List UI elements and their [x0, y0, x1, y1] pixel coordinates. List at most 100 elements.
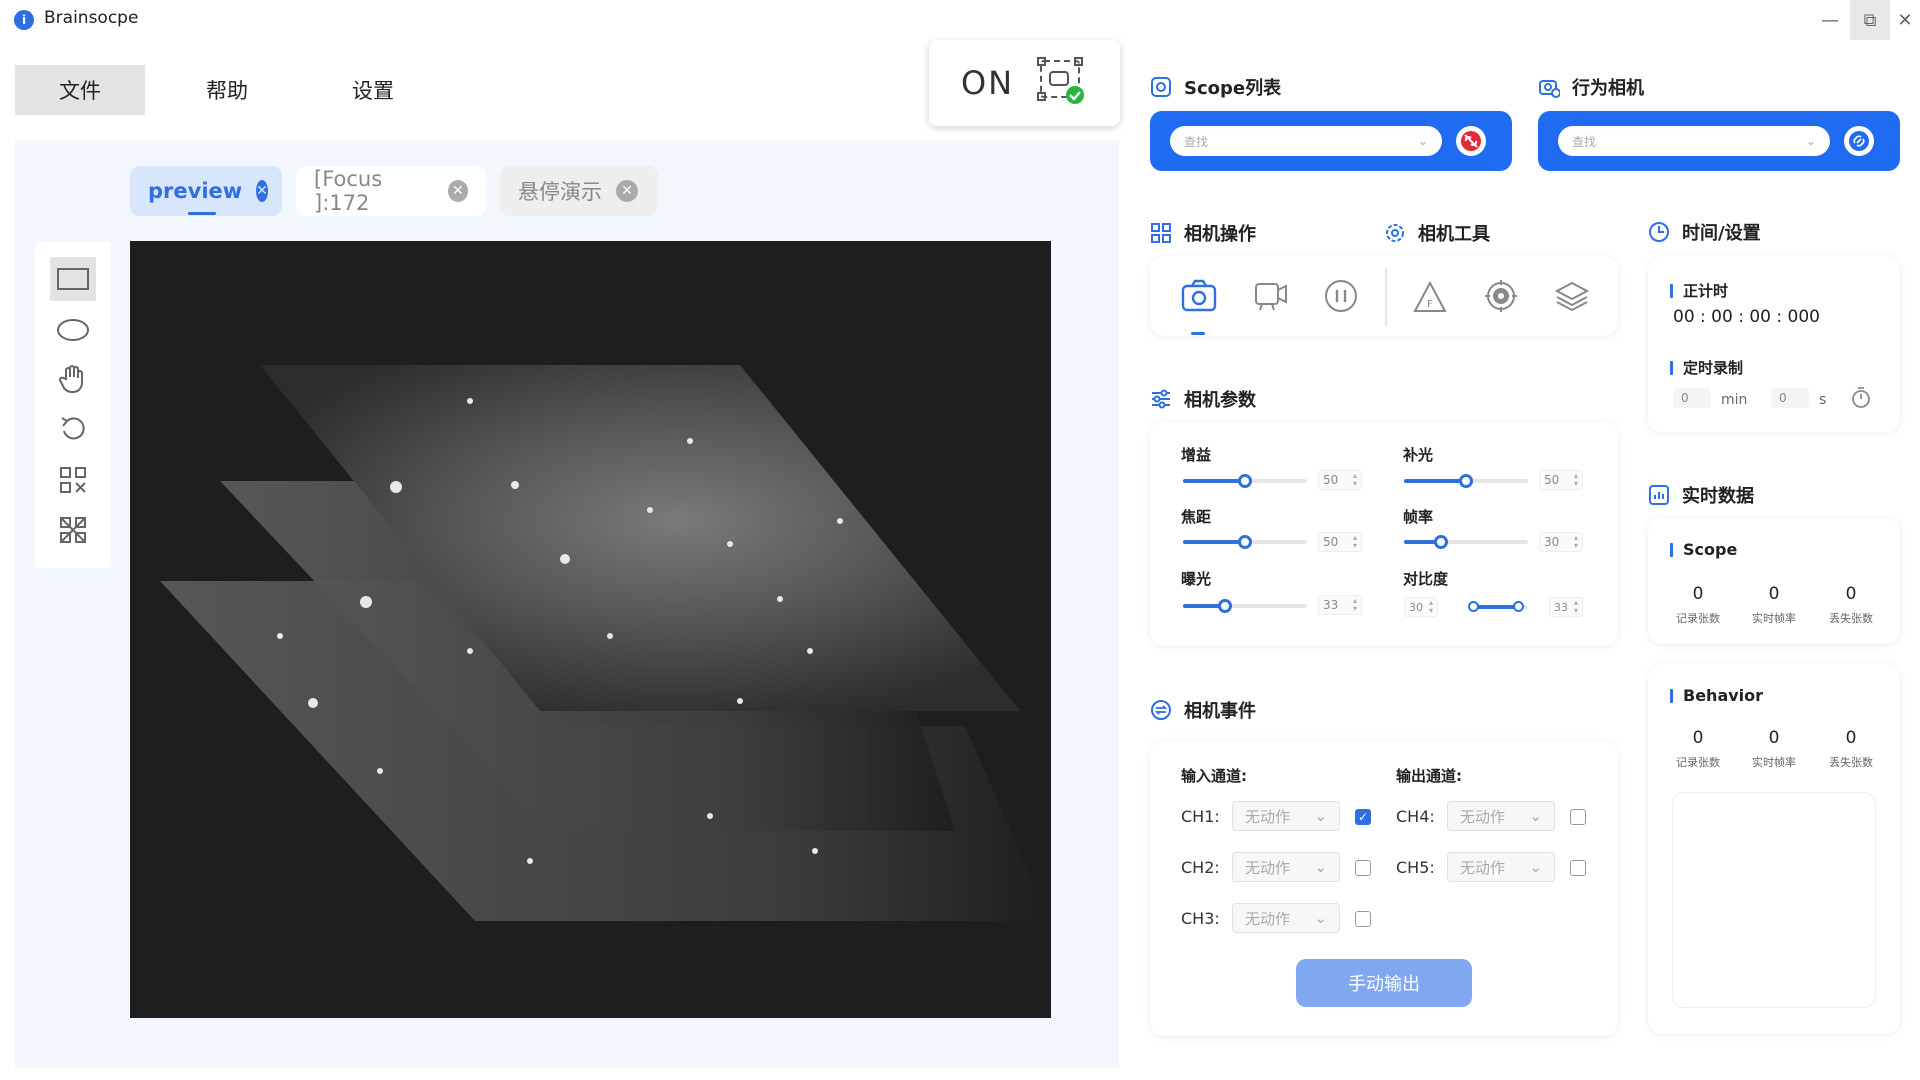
ch5-label: CH5: — [1396, 858, 1435, 877]
contrast-max-spinbox[interactable]: 33 ▴ ▾ — [1549, 597, 1583, 617]
ch5-action-select[interactable]: 无动作 ⌄ — [1447, 852, 1555, 882]
clock-icon — [1649, 222, 1669, 242]
ch3-action-select[interactable]: 无动作 ⌄ — [1232, 903, 1340, 933]
focus-fill — [1183, 540, 1245, 544]
tab-preview[interactable]: preview ✕ — [130, 166, 282, 216]
chevron-down-icon: ⌄ — [1314, 858, 1327, 876]
behavior-preview-area — [1672, 792, 1876, 1008]
gain-value: 50 — [1323, 473, 1339, 487]
scope-recorded-count: 0 — [1692, 584, 1704, 604]
ch4-action-select[interactable]: 无动作 ⌄ — [1447, 801, 1555, 831]
behavior-lost-label: 丢失张数 — [1829, 756, 1873, 769]
contrast-min-knob[interactable] — [1468, 601, 1479, 612]
gear-icon — [1386, 224, 1404, 242]
rectangle-tool-icon[interactable] — [50, 257, 96, 301]
menu-settings[interactable]: 设置 — [308, 65, 438, 115]
minimize-button[interactable]: — — [1810, 0, 1850, 40]
fill-light-spinbox[interactable]: 50 ▴ ▾ — [1539, 470, 1583, 490]
tab-hover-demo[interactable]: 悬停演示 ✕ — [500, 166, 658, 216]
close-icon[interactable]: ✕ — [447, 180, 468, 202]
target-icon[interactable] — [1484, 279, 1518, 317]
timer-label: 正计时 — [1670, 280, 1728, 301]
scope-fps-value: 0 — [1768, 584, 1780, 604]
behavior-camera-bar: 查找 ⌄ — [1538, 111, 1900, 171]
camera-refresh-icon — [1539, 80, 1560, 98]
fill-light-knob[interactable] — [1459, 474, 1473, 488]
chevron-down-icon: ⌄ — [1417, 134, 1428, 148]
camera-events-header: 相机事件 — [1150, 697, 1256, 723]
contrast-min-spinbox[interactable]: 30 ▴ ▾ — [1404, 597, 1438, 617]
ch5-checkbox[interactable] — [1570, 860, 1586, 876]
scope-icon — [1151, 77, 1171, 97]
behavior-search-select[interactable]: 查找 ⌄ — [1558, 126, 1830, 156]
contrast-max-knob[interactable] — [1513, 601, 1524, 612]
ch4-checkbox[interactable] — [1570, 809, 1586, 825]
frame-rate-knob[interactable] — [1434, 535, 1448, 549]
manual-output-button[interactable]: 手动输出 — [1296, 959, 1472, 1007]
record-seconds-input[interactable]: 0 — [1771, 388, 1809, 408]
connection-toggle-button[interactable]: ON — [929, 40, 1120, 126]
ch3-checkbox[interactable] — [1355, 911, 1371, 927]
camera-connected-icon — [1036, 55, 1088, 111]
behavior-camera-title: 行为相机 — [1572, 78, 1644, 99]
scope-stats-label-text: Scope — [1683, 540, 1738, 559]
behavior-connect-button[interactable] — [1844, 126, 1874, 156]
chevron-down-icon: ⌄ — [1529, 807, 1542, 825]
stopwatch-icon[interactable] — [1850, 385, 1872, 413]
scope-list-header: Scope列表 — [1150, 74, 1281, 100]
scope-fps-label: 实时帧率 — [1752, 612, 1796, 625]
ch1-checkbox[interactable]: ✓ — [1355, 809, 1371, 825]
close-button[interactable]: ✕ — [1890, 0, 1920, 40]
scope-search-select[interactable]: 查找 ⌄ — [1170, 126, 1442, 156]
frame-rate-spinbox[interactable]: 30 ▴ ▾ — [1539, 532, 1583, 552]
ellipse-tool-icon[interactable] — [50, 308, 96, 352]
hand-tool-icon[interactable] — [50, 357, 96, 401]
record-video-icon[interactable] — [1254, 280, 1288, 316]
autofocus-icon[interactable]: F — [1413, 280, 1447, 318]
close-icon[interactable]: ✕ — [256, 180, 268, 202]
record-minutes-input[interactable]: 0 — [1673, 388, 1711, 408]
layers-icon[interactable] — [1554, 279, 1590, 317]
behavior-fps-label: 实时帧率 — [1752, 756, 1796, 769]
pause-icon[interactable] — [1324, 279, 1358, 317]
timer-label-text: 正计时 — [1683, 282, 1729, 300]
preview-canvas[interactable] — [130, 241, 1051, 1018]
restore-button[interactable]: ⧉ — [1850, 0, 1890, 40]
ch2-checkbox[interactable] — [1355, 860, 1371, 876]
frame-rate-slider[interactable] — [1404, 540, 1528, 544]
spin-arrows-icon: ▴ ▾ — [1352, 596, 1357, 613]
tab-focus[interactable]: [Focus ]:172 ✕ — [296, 166, 486, 216]
ch2-action-value: 无动作 — [1245, 858, 1291, 877]
input-channel-label: 输入通道: — [1181, 767, 1247, 785]
exposure-slider[interactable] — [1183, 604, 1307, 608]
ch1-action-value: 无动作 — [1245, 807, 1291, 826]
ch1-action-select[interactable]: 无动作 ⌄ — [1232, 801, 1340, 831]
scope-disconnect-button[interactable] — [1456, 126, 1486, 156]
unlink-icon — [1461, 131, 1481, 151]
gain-knob[interactable] — [1238, 474, 1252, 488]
record-timer-label: 定时录制 — [1670, 357, 1743, 378]
ch3-label: CH3: — [1181, 909, 1220, 928]
ch2-action-select[interactable]: 无动作 ⌄ — [1232, 852, 1340, 882]
chevron-down-icon: ⌄ — [1529, 858, 1542, 876]
app-title: Brainsocpe — [44, 8, 139, 28]
contrast-max-value: 33 — [1554, 600, 1568, 614]
undo-icon[interactable] — [50, 407, 96, 451]
menu-help[interactable]: 帮助 — [162, 65, 292, 115]
behavior-recorded-label: 记录张数 — [1676, 756, 1720, 769]
exposure-spinbox[interactable]: 33 ▴ ▾ — [1318, 595, 1362, 615]
focus-knob[interactable] — [1238, 535, 1252, 549]
ops-divider — [1385, 268, 1387, 326]
exposure-value: 33 — [1323, 598, 1339, 612]
capture-photo-icon[interactable] — [1181, 278, 1217, 316]
close-icon[interactable]: ✕ — [616, 180, 638, 202]
camera-ops-card — [1150, 256, 1618, 336]
gain-spinbox[interactable]: 50 ▴ ▾ — [1318, 470, 1362, 490]
menu-file[interactable]: 文件 — [15, 65, 145, 115]
exposure-knob[interactable] — [1218, 599, 1232, 613]
grid-clear-icon[interactable] — [50, 508, 96, 552]
focus-spinbox[interactable]: 50 ▴ ▾ — [1318, 532, 1362, 552]
grid-select-icon[interactable] — [50, 458, 96, 502]
scope-list-title: Scope列表 — [1184, 78, 1282, 99]
app-logo-icon: i — [14, 10, 34, 30]
